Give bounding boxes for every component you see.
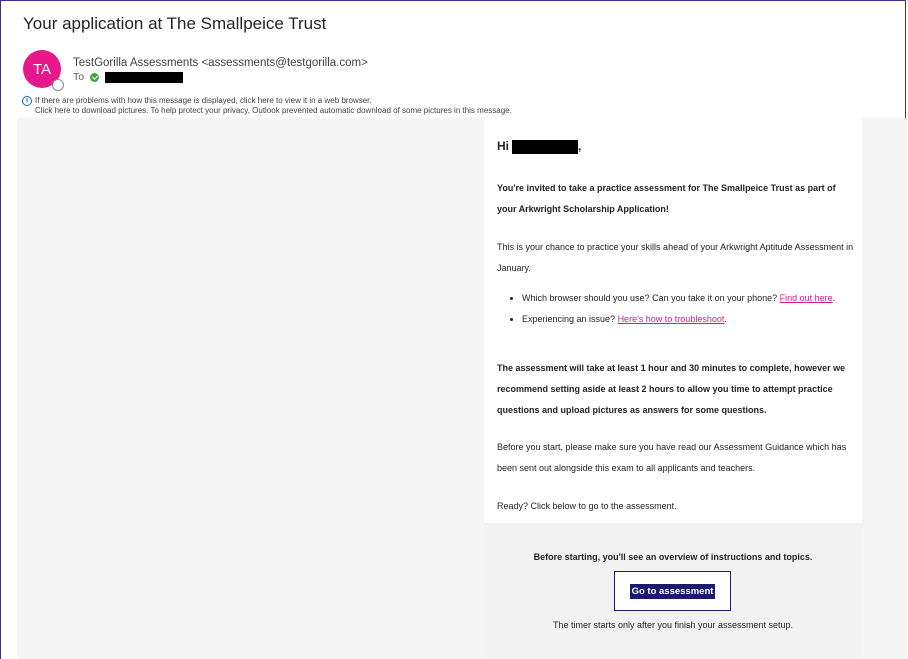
avatar-initials: TA bbox=[32, 60, 52, 78]
duration-paragraph: The assessment will take at least 1 hour… bbox=[497, 363, 846, 415]
troubleshoot-link[interactable]: Here's how to troubleshoot bbox=[618, 314, 725, 324]
info-icon: i bbox=[22, 96, 32, 106]
sender-name[interactable]: TestGorilla Assessments <assessments@tes… bbox=[73, 57, 368, 69]
ready-paragraph: Ready? Click below to go to the assessme… bbox=[497, 501, 677, 511]
go-to-assessment-button[interactable]: Go to assessment bbox=[629, 583, 716, 599]
help-list: Which browser should you use? Can you ta… bbox=[510, 288, 867, 330]
bullet2-text: Experiencing an issue? bbox=[522, 314, 618, 324]
greeting-text: Hi bbox=[497, 139, 509, 153]
list-item: Experiencing an issue? Here's how to tro… bbox=[522, 309, 867, 330]
greeting-comma: , bbox=[578, 139, 582, 153]
cta-heading: Before starting, you'll see an overview … bbox=[533, 552, 813, 562]
email-subject: Your application at The Smallpeice Trust bbox=[23, 14, 327, 33]
view-in-browser-link[interactable]: If there are problems with how this mess… bbox=[35, 96, 512, 106]
list-item: Which browser should you use? Can you ta… bbox=[522, 288, 867, 309]
verified-check-icon bbox=[90, 72, 100, 82]
guidance-paragraph: Before you start, please make sure you h… bbox=[497, 442, 847, 473]
presence-icon bbox=[52, 79, 64, 91]
bullet1-end: . bbox=[832, 293, 836, 303]
to-label: To bbox=[73, 71, 85, 83]
cta-panel: Before starting, you'll see an overview … bbox=[484, 523, 862, 659]
cta-footer: The timer starts only after you finish y… bbox=[552, 620, 794, 630]
redacted-recipient[interactable] bbox=[105, 71, 184, 83]
bullet1-text: Which browser should you use? Can you ta… bbox=[522, 293, 780, 303]
chance-paragraph: This is your chance to practice your ski… bbox=[497, 242, 854, 273]
invite-paragraph: You're invited to take a practice assess… bbox=[497, 183, 836, 214]
find-out-here-link[interactable]: Find out here bbox=[780, 293, 833, 303]
recipient-line: To bbox=[73, 71, 184, 83]
download-pictures-link[interactable]: Click here to download pictures. To help… bbox=[35, 106, 512, 116]
info-bar: i If there are problems with how this me… bbox=[22, 96, 512, 116]
bullet2-end: . bbox=[724, 314, 727, 324]
redacted-name bbox=[512, 139, 578, 154]
cta-button-frame: Go to assessment bbox=[614, 571, 731, 611]
greeting: Hi , bbox=[497, 136, 857, 157]
